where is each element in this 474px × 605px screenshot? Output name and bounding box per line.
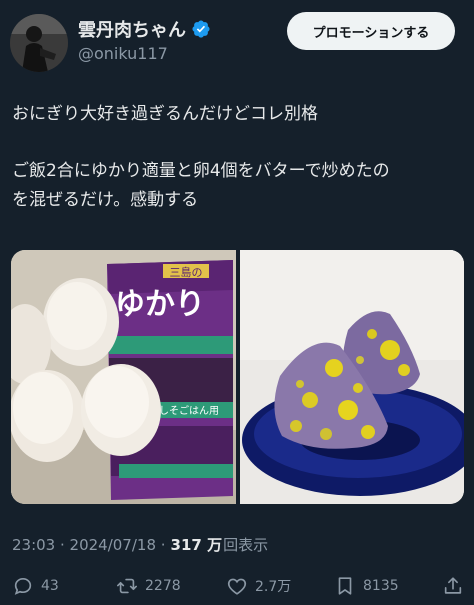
bookmark-button[interactable]: 8135 (334, 574, 399, 598)
tweet-text: おにぎり大好き過ぎるんだけどコレ別格 ご飯2合にゆかり適量と卵4個をバターで炒め… (12, 100, 462, 215)
promote-button[interactable]: プロモーションする (287, 12, 455, 50)
bookmark-count: 8135 (363, 578, 399, 594)
tweet-text-line: ご飯2合にゆかり適量と卵4個をバターで炒めたの (12, 161, 390, 181)
tweet-actions: 43 2278 2.7万 8135 (0, 568, 474, 604)
tweet-text-line: を混ぜるだけ。感動する (12, 190, 199, 210)
bookmark-icon (338, 577, 352, 595)
reply-count: 43 (41, 578, 59, 594)
repost-count: 2278 (145, 578, 181, 594)
author-name[interactable]: 雲丹肉ちゃん (78, 16, 186, 42)
tweet-meta: 23:03 · 2024/07/18 · 317 万 回表示 (12, 534, 268, 555)
views-count: 317 万 (170, 536, 223, 554)
package-subtitle: しそごはん用 (159, 404, 219, 417)
repost-button[interactable]: 2278 (116, 574, 181, 598)
media-image-onigiri[interactable] (240, 250, 464, 504)
author-handle[interactable]: @oniku117 (78, 44, 168, 63)
avatar[interactable] (10, 14, 68, 72)
like-button[interactable]: 2.7万 (226, 574, 291, 598)
verified-badge-icon (192, 20, 210, 38)
tweet-header: 雲丹肉ちゃん @oniku117 プロモーションする (0, 0, 474, 80)
tweet-media: 三島の ゆかり しそごはん用 (11, 250, 464, 504)
views-label: 回表示 (223, 536, 269, 554)
package-title: ゆかり (115, 287, 205, 322)
share-icon (444, 577, 462, 594)
package-brand: 三島の (170, 265, 203, 279)
author-name-row[interactable]: 雲丹肉ちゃん (78, 16, 211, 42)
heart-icon (227, 578, 247, 595)
media-image-eggs-yukari[interactable]: 三島の ゆかり しそごはん用 (11, 250, 236, 504)
tweet-text-line: おにぎり大好き過ぎるんだけどコレ別格 (12, 104, 318, 124)
share-button[interactable] (442, 574, 464, 598)
reply-button[interactable]: 43 (12, 574, 59, 598)
reply-icon (14, 578, 32, 595)
like-count: 2.7万 (255, 579, 292, 595)
repost-icon (117, 578, 137, 594)
timestamp[interactable]: 23:03 · 2024/07/18 · (12, 536, 166, 554)
